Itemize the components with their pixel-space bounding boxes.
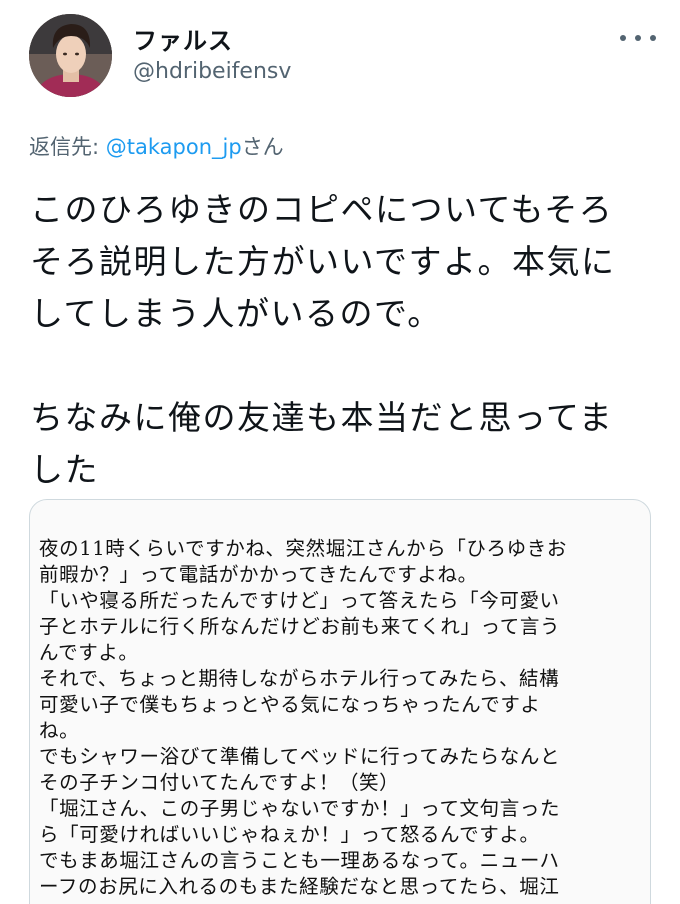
avatar-image <box>29 14 112 97</box>
tweet-line: そろ説明した方がいいですよ。本気に <box>30 242 616 281</box>
reply-context: 返信先: @takapon_jpさん <box>29 131 284 161</box>
tweet-header: ファルス @hdribeifensv <box>0 0 680 110</box>
user-handle[interactable]: @hdribeifensv <box>133 59 291 84</box>
image-text-line: その子チンコ付いてたんですよ！（笑） <box>39 771 400 794</box>
image-text-line: ね。 <box>39 719 80 742</box>
avatar[interactable] <box>29 14 112 97</box>
more-horizontal-icon[interactable] <box>620 26 656 50</box>
tweet-line: このひろゆきのコピペについてもそろ <box>30 190 614 229</box>
attached-image[interactable]: 夜の11時くらいですかね、突然堀江さんから「ひろゆきお 前暇か？」って電話がかか… <box>29 499 651 904</box>
image-text-line: 前暇か？」って電話がかかってきたんですよね。 <box>39 563 478 586</box>
more-dot <box>635 35 641 41</box>
reply-mention-link[interactable]: @takapon_jp <box>106 135 242 159</box>
reply-prefix: 返信先: <box>29 135 106 159</box>
image-text-line: 可愛い子で僕もちょっとやる気になっちゃったんですよ <box>39 693 541 716</box>
image-text-line: 「いや寝る所だったんですけど」って答えたら「今可愛い <box>39 589 560 612</box>
more-dot <box>650 35 656 41</box>
image-text-line: でもシャワー浴びて準備してベッドに行ってみたらなんと <box>39 745 561 768</box>
image-text-line: ら「可愛ければいいじゃねぇか！」って怒るんですよ。 <box>39 823 540 846</box>
tweet-line: した <box>30 450 99 489</box>
image-text-line: でもまあ堀江さんの言うことも一理あるなって。ニューハ <box>39 849 560 872</box>
image-text-line: 夜の11時くらいですかね、突然堀江さんから「ひろゆきお <box>39 537 567 560</box>
tweet-text: このひろゆきのコピペについてもそろ そろ説明した方がいいですよ。本気に してしま… <box>30 184 650 496</box>
more-dot <box>620 35 626 41</box>
image-text-line: んですよ。 <box>39 641 139 664</box>
tweet-line-blank <box>30 340 650 392</box>
tweet-line: ちなみに俺の友達も本当だと思ってま <box>30 398 614 437</box>
image-text: 夜の11時くらいですかね、突然堀江さんから「ひろゆきお 前暇か？」って電話がかか… <box>39 536 645 900</box>
reply-suffix: さん <box>241 135 284 159</box>
image-text-line: 「堀江さん、この子男じゃないですか！」って文句言った <box>39 797 561 820</box>
image-text-line: ーフのお尻に入れるのもまた経験だなと思ってたら、堀江 <box>39 875 560 898</box>
image-text-line: それで、ちょっと期待しながらホテル行ってみたら、結構 <box>39 667 560 690</box>
image-text-line: 子とホテルに行く所なんだけどお前も来てくれ」って言う <box>39 615 561 638</box>
tweet-line: してしまう人がいるので。 <box>30 294 442 333</box>
display-name[interactable]: ファルス <box>133 21 233 56</box>
